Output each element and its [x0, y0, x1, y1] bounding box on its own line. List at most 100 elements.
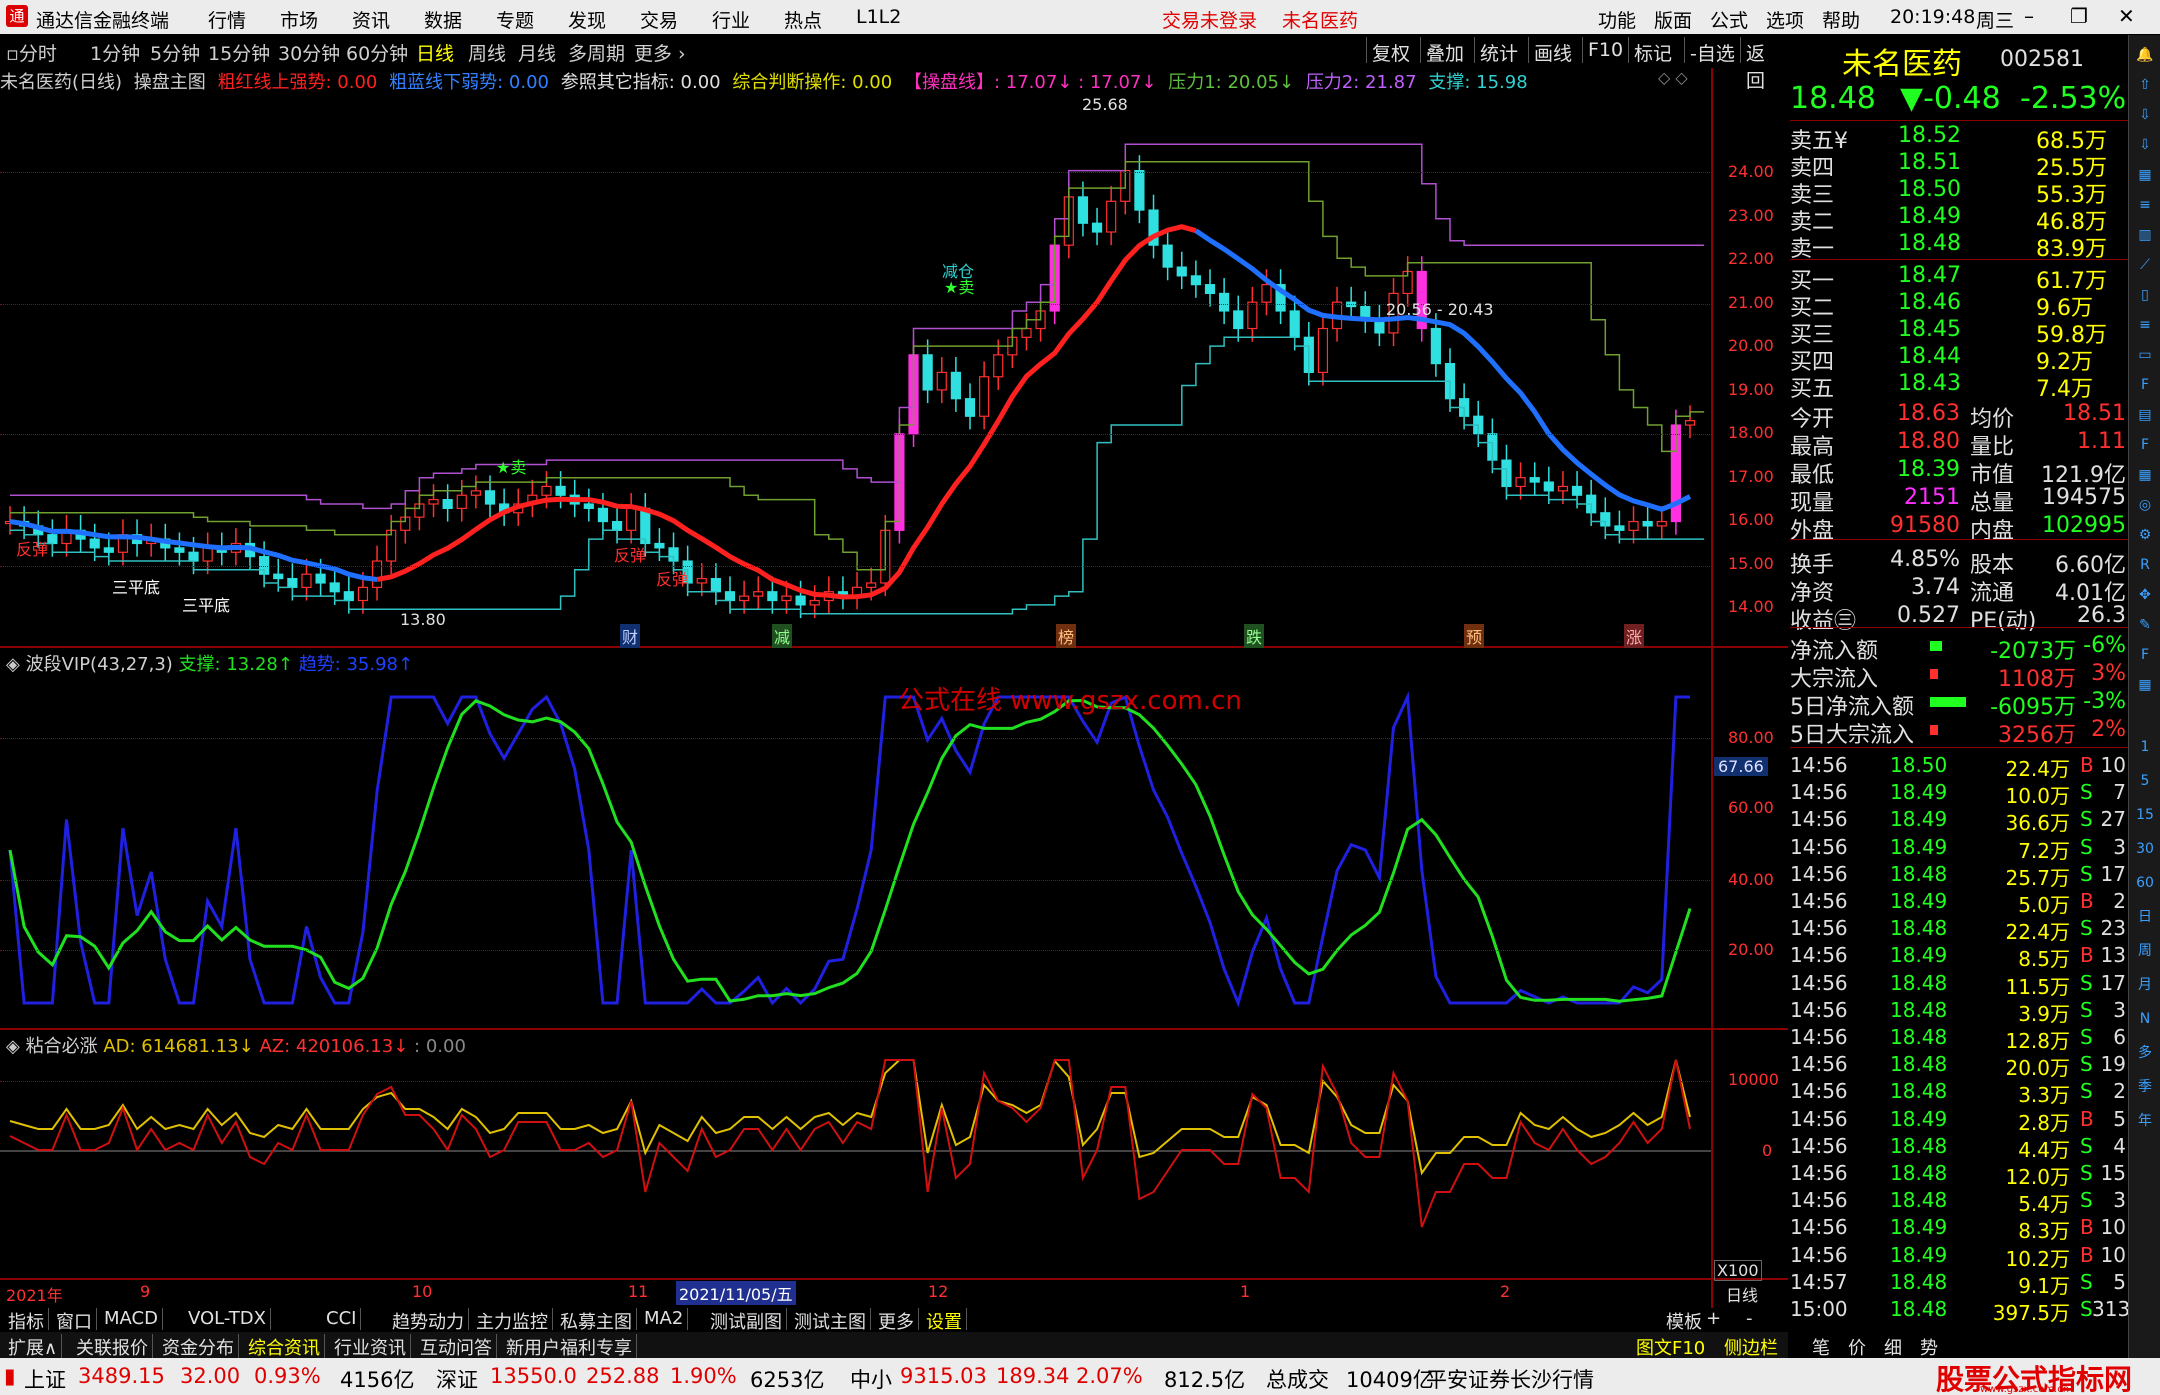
ad-collapse-icon[interactable]: ◈ [6, 1036, 20, 1057]
chart-stock-title[interactable]: 未名医药(日线) [0, 72, 122, 93]
tick-price: 18.48 [1890, 1297, 1948, 1321]
indicator-tab[interactable]: 私募主图 [556, 1308, 637, 1333]
event-badge[interactable]: 预 [1464, 624, 1485, 648]
indicator-tab[interactable]: 测试主图 [790, 1308, 871, 1333]
grid-icon[interactable]: ▦ [2133, 673, 2157, 697]
indicator-tab[interactable]: MACD [100, 1308, 163, 1330]
indicator-tab[interactable]: CCI [322, 1308, 362, 1330]
list-icon[interactable]: ≡ [2133, 313, 2157, 337]
indicator-tab[interactable]: 指标 [4, 1308, 49, 1333]
maximize-button[interactable]: ❐ [2070, 4, 2088, 28]
chart-svg[interactable] [0, 0, 1788, 1280]
stat-label: PE(动) [1970, 609, 2037, 634]
sh-icon: ▮ [4, 1364, 16, 1388]
doc-icon[interactable]: ▤ [2133, 403, 2157, 427]
gear-icon[interactable]: ⚙ [2133, 523, 2157, 547]
circle-icon[interactable]: ◎ [2133, 493, 2157, 517]
sz-label[interactable]: 深证 [436, 1364, 478, 1394]
event-badge[interactable]: 财 [620, 624, 641, 648]
stat-value: 18.63 [1897, 401, 1960, 426]
candle-body [964, 398, 976, 417]
indicator-tab[interactable]: 测试副图 [706, 1308, 787, 1333]
info-tab[interactable]: 扩展∧ [4, 1334, 63, 1360]
indicator-tab[interactable]: VOL-TDX [184, 1308, 271, 1330]
period-shortcut[interactable]: 15 [2133, 803, 2157, 827]
indicator-tab[interactable]: 趋势动力 [388, 1308, 469, 1333]
info-tab[interactable]: 行业资讯 [330, 1334, 411, 1360]
bell-icon[interactable]: 🔔 [2133, 43, 2157, 67]
osc-collapse-icon[interactable]: ◈ [6, 654, 20, 675]
period-shortcut[interactable]: 5 [2133, 769, 2157, 793]
sh-label[interactable]: 上证 [24, 1364, 66, 1394]
bid-row[interactable]: 买一 18.47 61.7万 [1790, 263, 2130, 294]
info-tab[interactable]: 综合资讯 [244, 1334, 325, 1360]
period-shortcut[interactable]: 周 [2133, 939, 2157, 963]
diamond-icon[interactable]: ◇ ◇ [1658, 68, 1688, 87]
close-button[interactable]: ✕ [2118, 4, 2135, 28]
arrow-down-icon[interactable]: ⇩ [2133, 133, 2157, 157]
f-icon[interactable]: F [2133, 433, 2157, 457]
ask-row[interactable]: 卖一 18.48 83.9万 [1790, 231, 2130, 262]
menu-item[interactable]: 帮助 [1822, 6, 1860, 33]
indicator-tab[interactable]: 主力监控 [472, 1308, 553, 1333]
period-shortcut[interactable]: 年 [2133, 1109, 2157, 1133]
period-shortcut[interactable]: 1 [2133, 735, 2157, 759]
indicator-name[interactable]: 操盘主图 [134, 72, 206, 93]
period-shortcut[interactable]: 60 [2133, 871, 2157, 895]
bid-row[interactable]: 买五 18.43 7.4万 [1790, 371, 2130, 402]
period-shortcut[interactable]: 多 [2133, 1041, 2157, 1065]
ask-row[interactable]: 卖五¥ 18.52 68.5万 [1790, 123, 2130, 154]
fs-icon[interactable]: F [2133, 643, 2157, 667]
period-shortcut[interactable]: 季 [2133, 1075, 2157, 1099]
indicator-tab[interactable]: 设置 [922, 1308, 967, 1333]
move-icon[interactable]: ✥ [2133, 583, 2157, 607]
zx-label[interactable]: 中小 [850, 1364, 892, 1394]
period-shortcut[interactable]: 月 [2133, 973, 2157, 997]
stat-row: 换手 4.85% 股本 6.60亿 [1790, 547, 2130, 578]
info-tab-right[interactable]: 图文F10 [1636, 1334, 1705, 1360]
window-icon[interactable]: ▭ [2133, 343, 2157, 367]
calendar-icon[interactable]: ▦ [2133, 163, 2157, 187]
period-shortcut[interactable]: 日 [2133, 905, 2157, 929]
event-badge[interactable]: 跌 [1244, 624, 1265, 648]
ask-row[interactable]: 卖四 18.51 25.5万 [1790, 150, 2130, 181]
arrow-up-icon[interactable]: ⇧ [2133, 73, 2157, 97]
candle-body [1091, 222, 1103, 233]
ask-row[interactable]: 卖二 18.49 46.8万 [1790, 204, 2130, 235]
rsi-icon[interactable]: R [2133, 553, 2157, 577]
f10-icon[interactable]: F [2133, 373, 2157, 397]
tab-tool[interactable]: + [1706, 1308, 1721, 1329]
flow-label: 5日大宗流入 [1790, 723, 1914, 748]
zero-value: : 0.00 [414, 1036, 466, 1057]
event-badge[interactable]: 榜 [1056, 624, 1077, 648]
indicator-tab[interactable]: MA2 [640, 1308, 689, 1330]
ad-name[interactable]: 粘合必涨 [26, 1036, 98, 1057]
indicator-tab[interactable]: 更多 [874, 1308, 919, 1333]
candle-body [1204, 284, 1216, 295]
info-tab[interactable]: 关联报价 [72, 1334, 153, 1360]
table-icon[interactable]: ▦ [2133, 463, 2157, 487]
bar-chart-icon[interactable]: ▥ [2133, 223, 2157, 247]
arrow-down-icon[interactable]: ⇩ [2133, 103, 2157, 127]
event-badge[interactable]: 减 [772, 624, 793, 648]
minimize-button[interactable]: – [2024, 4, 2034, 28]
candle-icon[interactable]: ▯ [2133, 283, 2157, 307]
tab-tool[interactable]: - [1746, 1308, 1753, 1329]
info-tab[interactable]: 新用户福利专享 [502, 1334, 637, 1360]
candle-body [1289, 310, 1300, 338]
pencil-icon[interactable]: ✎ [2133, 613, 2157, 637]
ask-row[interactable]: 卖三 18.50 55.3万 [1790, 177, 2130, 208]
info-tab[interactable]: 资金分布 [158, 1334, 239, 1360]
indicator-tab[interactable]: 窗口 [52, 1308, 97, 1333]
info-tab[interactable]: 互动问答 [416, 1334, 497, 1360]
list-icon[interactable]: ≡ [2133, 193, 2157, 217]
event-badge[interactable]: 涨 [1624, 624, 1645, 648]
line-chart-icon[interactable]: ⟋ [2133, 253, 2157, 277]
osc-name[interactable]: 波段VIP(43,27,3) [26, 654, 173, 675]
bid-row[interactable]: 买二 18.46 9.6万 [1790, 290, 2130, 321]
period-shortcut[interactable]: 30 [2133, 837, 2157, 861]
period-shortcut[interactable]: N [2133, 1007, 2157, 1031]
bid-row[interactable]: 买三 18.45 59.8万 [1790, 317, 2130, 348]
bid-row[interactable]: 买四 18.44 9.2万 [1790, 344, 2130, 375]
tab-tool[interactable]: 模板 [1666, 1308, 1702, 1334]
